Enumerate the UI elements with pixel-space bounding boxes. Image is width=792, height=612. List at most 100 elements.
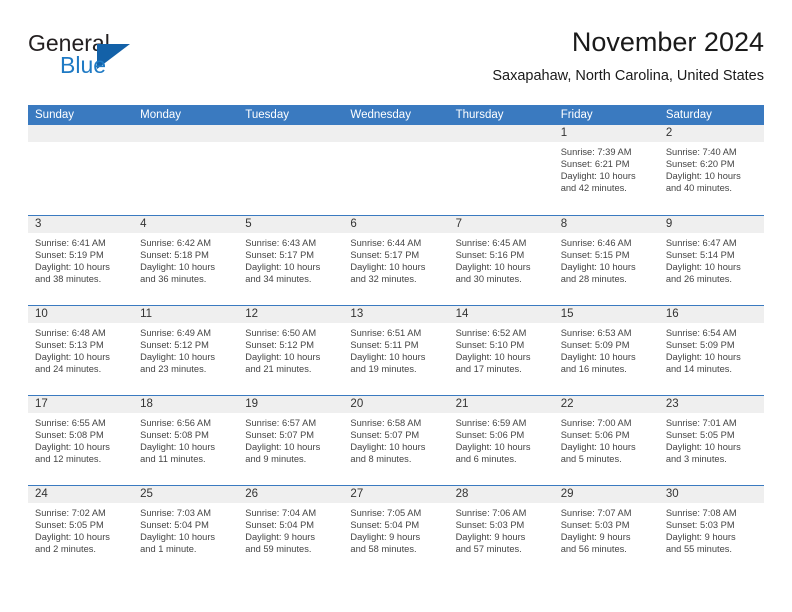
page-header: General Blue November 2024 Saxapahaw, No… bbox=[28, 26, 764, 98]
day-cell[interactable]: 18 Sunrise: 6:56 AM Sunset: 5:08 PM Dayl… bbox=[133, 396, 239, 485]
day-cell[interactable]: 3 Sunrise: 6:41 AM Sunset: 5:19 PM Dayli… bbox=[28, 216, 134, 305]
week-row: 3 Sunrise: 6:41 AM Sunset: 5:19 PM Dayli… bbox=[28, 215, 764, 305]
day-cell[interactable]: 22 Sunrise: 7:00 AM Sunset: 5:06 PM Dayl… bbox=[553, 396, 659, 485]
sunset-text: Sunset: 5:03 PM bbox=[560, 520, 630, 531]
day-details: Sunrise: 6:55 AM Sunset: 5:08 PM Dayligh… bbox=[28, 413, 133, 465]
weekday-header-row: Sunday Monday Tuesday Wednesday Thursday… bbox=[28, 105, 764, 125]
day-cell[interactable]: 29 Sunrise: 7:07 AM Sunset: 5:03 PM Dayl… bbox=[553, 486, 659, 575]
sunrise-text: Sunrise: 6:44 AM bbox=[350, 238, 422, 248]
day-cell[interactable]: 5 Sunrise: 6:43 AM Sunset: 5:17 PM Dayli… bbox=[238, 216, 344, 305]
page-subtitle: Saxapahaw, North Carolina, United States bbox=[492, 68, 764, 84]
daylight-text-line1: Daylight: 10 hours bbox=[35, 442, 110, 453]
daylight-text-line1: Daylight: 10 hours bbox=[455, 352, 531, 363]
daylight-text-line2: and 26 minutes. bbox=[665, 274, 732, 285]
day-cell[interactable]: 26 Sunrise: 7:04 AM Sunset: 5:04 PM Dayl… bbox=[238, 486, 344, 575]
sunrise-text: Sunrise: 7:00 AM bbox=[560, 418, 632, 428]
sunrise-text: Sunrise: 6:45 AM bbox=[455, 238, 527, 248]
day-cell[interactable]: 14 Sunrise: 6:52 AM Sunset: 5:10 PM Dayl… bbox=[448, 306, 554, 395]
calendar-page: General Blue November 2024 Saxapahaw, No… bbox=[0, 0, 792, 612]
day-cell[interactable]: 15 Sunrise: 6:53 AM Sunset: 5:09 PM Dayl… bbox=[553, 306, 659, 395]
general-blue-logo[interactable]: General Blue bbox=[28, 30, 208, 86]
date-number: 5 bbox=[238, 216, 344, 233]
sunrise-text: Sunrise: 6:50 AM bbox=[245, 328, 317, 338]
date-number bbox=[343, 125, 449, 142]
day-cell[interactable]: 4 Sunrise: 6:42 AM Sunset: 5:18 PM Dayli… bbox=[133, 216, 239, 305]
sunset-text: Sunset: 5:12 PM bbox=[140, 340, 209, 351]
daylight-text-line2: and 32 minutes. bbox=[350, 274, 417, 285]
sunrise-text: Sunrise: 7:04 AM bbox=[245, 508, 317, 518]
date-number: 27 bbox=[343, 486, 449, 503]
sunset-text: Sunset: 5:07 PM bbox=[350, 430, 420, 441]
day-cell[interactable]: 20 Sunrise: 6:58 AM Sunset: 5:07 PM Dayl… bbox=[343, 396, 449, 485]
sunrise-text: Sunrise: 7:02 AM bbox=[35, 508, 106, 518]
day-cell[interactable]: 6 Sunrise: 6:44 AM Sunset: 5:17 PM Dayli… bbox=[343, 216, 449, 305]
daylight-text-line2: and 8 minutes. bbox=[350, 454, 412, 465]
date-number bbox=[28, 125, 134, 142]
day-details: Sunrise: 6:58 AM Sunset: 5:07 PM Dayligh… bbox=[343, 413, 448, 465]
sunset-text: Sunset: 5:03 PM bbox=[455, 520, 525, 531]
daylight-text-line2: and 28 minutes. bbox=[560, 274, 627, 285]
daylight-text-line1: Daylight: 10 hours bbox=[665, 262, 741, 273]
daylight-text-line2: and 6 minutes. bbox=[455, 454, 517, 465]
day-cell[interactable]: 13 Sunrise: 6:51 AM Sunset: 5:11 PM Dayl… bbox=[343, 306, 449, 395]
sunrise-text: Sunrise: 7:40 AM bbox=[665, 147, 737, 157]
day-cell[interactable]: 12 Sunrise: 6:50 AM Sunset: 5:12 PM Dayl… bbox=[238, 306, 344, 395]
date-number: 12 bbox=[238, 306, 344, 323]
daylight-text-line2: and 38 minutes. bbox=[35, 274, 102, 285]
weekday-header-monday: Monday bbox=[140, 109, 182, 121]
daylight-text-line1: Daylight: 10 hours bbox=[245, 352, 321, 363]
daylight-text-line1: Daylight: 10 hours bbox=[140, 442, 216, 453]
day-cell[interactable]: 11 Sunrise: 6:49 AM Sunset: 5:12 PM Dayl… bbox=[133, 306, 239, 395]
day-cell[interactable]: 28 Sunrise: 7:06 AM Sunset: 5:03 PM Dayl… bbox=[448, 486, 554, 575]
day-cell[interactable]: 23 Sunrise: 7:01 AM Sunset: 5:05 PM Dayl… bbox=[658, 396, 764, 485]
daylight-text-line2: and 58 minutes. bbox=[350, 544, 417, 555]
sunset-text: Sunset: 5:11 PM bbox=[350, 340, 419, 351]
day-cell[interactable]: 21 Sunrise: 6:59 AM Sunset: 5:06 PM Dayl… bbox=[448, 396, 554, 485]
sunset-text: Sunset: 5:03 PM bbox=[665, 520, 735, 531]
week-row: 17 Sunrise: 6:55 AM Sunset: 5:08 PM Dayl… bbox=[28, 395, 764, 485]
sunrise-text: Sunrise: 7:08 AM bbox=[665, 508, 737, 518]
logo-text-blue: Blue bbox=[60, 52, 107, 78]
day-cell[interactable]: 19 Sunrise: 6:57 AM Sunset: 5:07 PM Dayl… bbox=[238, 396, 344, 485]
daylight-text-line2: and 24 minutes. bbox=[35, 364, 102, 375]
daylight-text-line2: and 34 minutes. bbox=[245, 274, 312, 285]
date-number: 1 bbox=[553, 125, 659, 142]
daylight-text-line1: Daylight: 10 hours bbox=[560, 352, 636, 363]
sunset-text: Sunset: 5:13 PM bbox=[35, 340, 104, 351]
page-title: November 2024 bbox=[571, 27, 764, 57]
weekday-header-wednesday: Wednesday bbox=[350, 109, 411, 121]
day-details: Sunrise: 6:46 AM Sunset: 5:15 PM Dayligh… bbox=[554, 233, 659, 285]
daylight-text-line2: and 1 minute. bbox=[140, 544, 197, 555]
day-details: Sunrise: 6:42 AM Sunset: 5:18 PM Dayligh… bbox=[133, 233, 238, 285]
day-cell[interactable]: 30 Sunrise: 7:08 AM Sunset: 5:03 PM Dayl… bbox=[658, 486, 764, 575]
day-cell[interactable]: 27 Sunrise: 7:05 AM Sunset: 5:04 PM Dayl… bbox=[343, 486, 449, 575]
date-number: 22 bbox=[553, 396, 659, 413]
daylight-text-line2: and 55 minutes. bbox=[665, 544, 732, 555]
day-details: Sunrise: 7:01 AM Sunset: 5:05 PM Dayligh… bbox=[659, 413, 764, 465]
daylight-text-line1: Daylight: 10 hours bbox=[665, 171, 741, 182]
daylight-text-line1: Daylight: 10 hours bbox=[665, 442, 741, 453]
day-cell[interactable]: 1 Sunrise: 7:39 AM Sunset: 6:21 PM Dayli… bbox=[553, 125, 659, 215]
day-cell[interactable]: 8 Sunrise: 6:46 AM Sunset: 5:15 PM Dayli… bbox=[553, 216, 659, 305]
day-cell[interactable]: 2 Sunrise: 7:40 AM Sunset: 6:20 PM Dayli… bbox=[658, 125, 764, 215]
daylight-text-line1: Daylight: 10 hours bbox=[350, 442, 426, 453]
sunset-text: Sunset: 5:15 PM bbox=[560, 250, 630, 261]
day-details: Sunrise: 7:39 AM Sunset: 6:21 PM Dayligh… bbox=[554, 142, 659, 194]
sunset-text: Sunset: 5:08 PM bbox=[140, 430, 209, 441]
daylight-text-line1: Daylight: 10 hours bbox=[560, 262, 636, 273]
day-cell[interactable]: 24 Sunrise: 7:02 AM Sunset: 5:05 PM Dayl… bbox=[28, 486, 134, 575]
date-number: 4 bbox=[133, 216, 239, 233]
date-number: 13 bbox=[343, 306, 449, 323]
day-cell[interactable]: 10 Sunrise: 6:48 AM Sunset: 5:13 PM Dayl… bbox=[28, 306, 134, 395]
day-cell[interactable]: 16 Sunrise: 6:54 AM Sunset: 5:09 PM Dayl… bbox=[658, 306, 764, 395]
sunset-text: Sunset: 5:04 PM bbox=[245, 520, 315, 531]
sunrise-text: Sunrise: 6:43 AM bbox=[245, 238, 317, 248]
day-details: Sunrise: 7:08 AM Sunset: 5:03 PM Dayligh… bbox=[659, 503, 764, 555]
day-cell[interactable]: 9 Sunrise: 6:47 AM Sunset: 5:14 PM Dayli… bbox=[658, 216, 764, 305]
daylight-text-line2: and 42 minutes. bbox=[560, 183, 627, 194]
day-cell[interactable]: 7 Sunrise: 6:45 AM Sunset: 5:16 PM Dayli… bbox=[448, 216, 554, 305]
day-cell[interactable]: 17 Sunrise: 6:55 AM Sunset: 5:08 PM Dayl… bbox=[28, 396, 134, 485]
day-details: Sunrise: 6:54 AM Sunset: 5:09 PM Dayligh… bbox=[659, 323, 764, 375]
date-number: 18 bbox=[133, 396, 239, 413]
day-cell[interactable]: 25 Sunrise: 7:03 AM Sunset: 5:04 PM Dayl… bbox=[133, 486, 239, 575]
